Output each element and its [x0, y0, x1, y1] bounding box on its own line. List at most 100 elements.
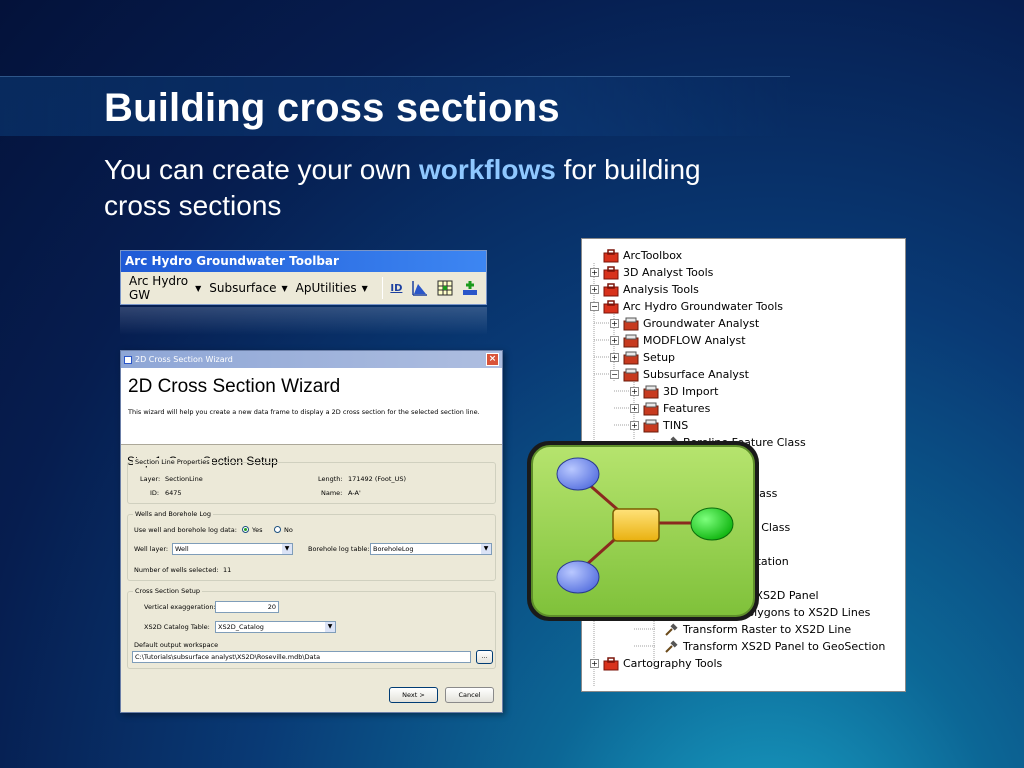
expand-icon[interactable]: +	[590, 285, 599, 294]
workspace-input[interactable]: C:\Tutorials\subsurface analyst\XS2D\Ros…	[132, 651, 471, 663]
yes-radio[interactable]	[242, 526, 249, 533]
tree-row-label: Groundwater Analyst	[643, 317, 760, 330]
group-title: Wells and Borehole Log	[133, 510, 213, 518]
layer-label: Layer:	[140, 475, 161, 483]
expand-icon[interactable]: +	[610, 336, 619, 345]
browse-button[interactable]: ...	[476, 650, 493, 664]
toolbar-title: Arc Hydro Groundwater Toolbar	[121, 251, 486, 272]
borehole-table-select[interactable]: BoreholeLog ▼	[370, 543, 492, 555]
name-label: Name:	[321, 489, 343, 497]
vertical-exaggeration-input[interactable]: 20	[215, 601, 279, 613]
group-title: Cross Section Setup	[133, 587, 203, 595]
tree-row[interactable]: + TINS	[630, 417, 688, 434]
collapse-icon[interactable]: −	[590, 302, 599, 311]
toolbox-icon	[603, 265, 619, 280]
catalog-table-select[interactable]: XS2D_Catalog ▼	[215, 621, 336, 633]
tree-row[interactable]: ArcToolbox	[590, 247, 682, 264]
tree-row-label: Cartography Tools	[623, 657, 723, 670]
group-title: Section Line Properties	[133, 458, 212, 466]
no-radio[interactable]	[274, 526, 281, 533]
chevron-down-icon: ▼	[325, 622, 335, 632]
toolset-icon	[643, 402, 659, 416]
tree-row-label: Features	[663, 402, 711, 415]
tree-row[interactable]: +3D Import	[630, 383, 718, 400]
next-button[interactable]: Next >	[389, 687, 438, 703]
chevron-down-icon: ▼	[195, 283, 202, 293]
wizard-window-icon	[124, 355, 132, 364]
cancel-button[interactable]: Cancel	[445, 687, 494, 703]
toolbox-icon	[603, 656, 619, 671]
tree-row[interactable]: + Setup	[610, 349, 675, 366]
expand-icon[interactable]: +	[590, 659, 599, 668]
id-icon[interactable]: ID	[389, 278, 404, 298]
workflow-icon	[523, 437, 763, 625]
expand-icon[interactable]: +	[590, 268, 599, 277]
chevron-down-icon: ▼	[361, 283, 368, 293]
tree-row-label: Arc Hydro Groundwater Tools	[623, 300, 784, 313]
chevron-down-icon: ▼	[281, 283, 288, 293]
grid-icon[interactable]	[436, 278, 454, 298]
wizard-header: 2D Cross Section Wizard This wizard will…	[121, 368, 502, 445]
add-data-icon[interactable]	[461, 278, 479, 298]
toolbox-icon	[603, 248, 619, 263]
tree-row[interactable]: +3D Analyst Tools	[590, 264, 713, 281]
tree-row-label: 3D Analyst Tools	[623, 266, 714, 279]
wells-selected-label: Number of wells selected:	[134, 566, 219, 574]
toolset-icon	[623, 351, 639, 365]
menu-subsurface[interactable]: Subsurface ▼	[209, 281, 287, 295]
catalog-table-value: XS2D_Catalog	[218, 623, 264, 631]
toolset-icon	[643, 419, 659, 433]
expand-icon[interactable]: +	[630, 421, 639, 430]
expand-icon[interactable]: +	[630, 404, 639, 413]
expand-icon[interactable]: +	[610, 319, 619, 328]
tree-row[interactable]: Transform XS2D Panel to GeoSection	[650, 638, 885, 655]
length-value: 171492 (Foot_US)	[348, 475, 407, 483]
hammer-icon	[663, 639, 679, 654]
length-label: Length:	[318, 475, 343, 483]
collapse-icon[interactable]: −	[610, 370, 619, 379]
toolbar-reflection	[120, 307, 487, 335]
menu-aputilities[interactable]: ApUtilities ▼	[296, 281, 368, 295]
tree-row-label: TINS	[663, 419, 689, 432]
tree-row-label: Subsurface Analyst	[643, 368, 749, 381]
borehole-table-value: BoreholeLog	[373, 545, 414, 553]
tree-row[interactable]: + Cartography Tools	[590, 655, 722, 672]
well-layer-value: Well	[175, 545, 189, 553]
name-value: A-A'	[348, 489, 361, 497]
wizard-titlebar: 2D Cross Section Wizard ×	[121, 351, 502, 368]
well-layer-select[interactable]: Well ▼	[172, 543, 293, 555]
chevron-down-icon: ▼	[282, 544, 292, 554]
menu-label: Subsurface	[209, 281, 277, 295]
borehole-table-label: Borehole log table:	[308, 545, 370, 553]
menu-arc-hydro-gw[interactable]: Arc Hydro GW ▼	[129, 274, 201, 302]
tree-row[interactable]: − Subsurface Analyst	[610, 366, 749, 383]
catalog-table-label: XS2D Catalog Table:	[144, 623, 210, 631]
profile-icon[interactable]	[411, 278, 429, 298]
chevron-down-icon: ▼	[481, 544, 491, 554]
slide-subtitle: You can create your own workflows for bu…	[104, 152, 744, 224]
tree-row[interactable]: − Arc Hydro Groundwater Tools	[590, 298, 783, 315]
workspace-label: Default output workspace	[134, 641, 219, 649]
id-label: ID:	[150, 489, 160, 497]
tree-row-label: Setup	[643, 351, 676, 364]
toolset-icon	[623, 368, 639, 382]
wizard-window-title: 2D Cross Section Wizard	[135, 355, 233, 364]
wells-selected-value: 11	[223, 566, 232, 574]
toolset-icon	[643, 385, 659, 399]
wizard-heading: 2D Cross Section Wizard	[128, 376, 341, 397]
subtitle-prefix: You can create your own	[104, 154, 419, 185]
close-icon[interactable]: ×	[486, 353, 499, 366]
tree-row[interactable]: + Features	[630, 400, 710, 417]
toolbar-separator	[381, 277, 383, 299]
toolbox-icon	[603, 282, 619, 297]
toolbox-icon	[603, 299, 619, 314]
expand-icon[interactable]: +	[610, 353, 619, 362]
tree-row[interactable]: + Groundwater Analyst	[610, 315, 759, 332]
tree-row[interactable]: + Analysis Tools	[590, 281, 699, 298]
wells-group: Wells and Borehole Log Use well and bore…	[127, 510, 496, 581]
cross-section-wizard: 2D Cross Section Wizard × 2D Cross Secti…	[120, 350, 503, 713]
tree-row-label: Analysis Tools	[623, 283, 699, 296]
expand-icon[interactable]: +	[630, 387, 639, 396]
tree-row-label: ArcToolbox	[623, 249, 683, 262]
tree-row[interactable]: + MODFLOW Analyst	[610, 332, 746, 349]
